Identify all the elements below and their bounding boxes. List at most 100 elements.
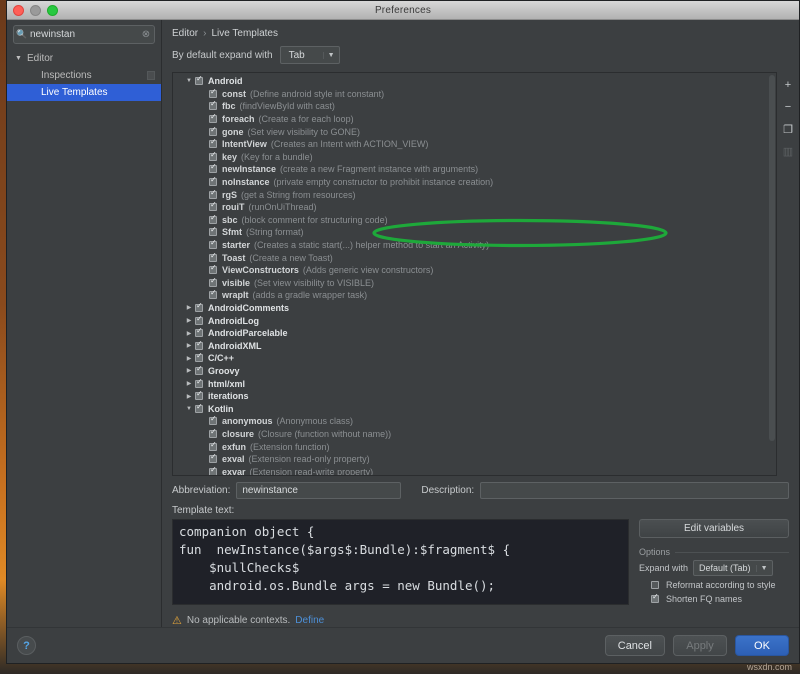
abbreviation-field[interactable]: newinstance	[236, 482, 401, 499]
cancel-button[interactable]: Cancel	[605, 635, 665, 656]
template-row[interactable]: gone(Set view visibility to GONE)	[173, 125, 776, 138]
template-row[interactable]: anonymous(Anonymous class)	[173, 415, 776, 428]
template-row[interactable]: const(Define android style int constant)	[173, 88, 776, 101]
template-row[interactable]: ▶AndroidXML	[173, 339, 776, 352]
template-checkbox[interactable]	[209, 140, 217, 148]
template-row[interactable]: noInstance(private empty constructor to …	[173, 176, 776, 189]
template-checkbox[interactable]	[209, 241, 217, 249]
window-controls[interactable]	[13, 5, 58, 16]
expand-with-select[interactable]: Default (Tab) ▼	[693, 560, 773, 576]
template-checkbox[interactable]	[195, 342, 203, 350]
reformat-checkbox[interactable]	[651, 581, 659, 589]
template-row[interactable]: closure(Closure (function without name))	[173, 428, 776, 441]
chevron-right-icon[interactable]: ▶	[183, 330, 195, 337]
template-row[interactable]: visible(Set view visibility to VISIBLE)	[173, 277, 776, 290]
template-row[interactable]: foreach(Create a for each loop)	[173, 113, 776, 126]
template-row[interactable]: ▶C/C++	[173, 352, 776, 365]
shorten-fq-names-checkbox[interactable]	[651, 595, 659, 603]
template-row[interactable]: starter(Creates a static start(...) help…	[173, 239, 776, 252]
chevron-right-icon[interactable]: ▶	[183, 367, 195, 374]
template-row[interactable]: ▶Groovy	[173, 365, 776, 378]
template-row[interactable]: Toast(Create a new Toast)	[173, 251, 776, 264]
templates-scrollbar[interactable]	[769, 75, 775, 473]
template-checkbox[interactable]	[195, 354, 203, 362]
template-row[interactable]: ▶html/xml	[173, 377, 776, 390]
remove-icon[interactable]: −	[780, 99, 796, 115]
chevron-right-icon[interactable]: ▶	[183, 342, 195, 349]
chevron-right-icon[interactable]: ▶	[183, 355, 195, 362]
template-checkbox[interactable]	[195, 367, 203, 375]
template-checkbox[interactable]	[209, 216, 217, 224]
chevron-right-icon[interactable]: ▶	[183, 304, 195, 311]
template-row[interactable]: ViewConstructors(Adds generic view const…	[173, 264, 776, 277]
template-row[interactable]: IntentView(Creates an Intent with ACTION…	[173, 138, 776, 151]
template-checkbox[interactable]	[195, 405, 203, 413]
minimize-window-button[interactable]	[30, 5, 41, 16]
template-text-editor[interactable]: companion object { fun newInstance($args…	[172, 519, 629, 605]
template-checkbox[interactable]	[209, 279, 217, 287]
template-checkbox[interactable]	[209, 291, 217, 299]
template-checkbox[interactable]	[195, 77, 203, 85]
template-checkbox[interactable]	[209, 178, 217, 186]
template-checkbox[interactable]	[209, 128, 217, 136]
template-checkbox[interactable]	[209, 266, 217, 274]
template-checkbox[interactable]	[195, 392, 203, 400]
template-checkbox[interactable]	[209, 228, 217, 236]
template-checkbox[interactable]	[209, 468, 217, 475]
template-row[interactable]: ▶AndroidComments	[173, 302, 776, 315]
template-row[interactable]: rouiT(runOnUiThread)	[173, 201, 776, 214]
template-checkbox[interactable]	[209, 90, 217, 98]
template-row[interactable]: key(Key for a bundle)	[173, 151, 776, 164]
template-checkbox[interactable]	[209, 443, 217, 451]
description-field[interactable]	[480, 482, 789, 499]
template-checkbox[interactable]	[209, 102, 217, 110]
templates-tree[interactable]: ▼Androidconst(Define android style int c…	[172, 72, 777, 476]
template-checkbox[interactable]	[195, 380, 203, 388]
maximize-window-button[interactable]	[47, 5, 58, 16]
template-row[interactable]: fbc(findViewById with cast)	[173, 100, 776, 113]
reformat-option-row[interactable]: Reformat according to style	[639, 580, 789, 590]
ok-button[interactable]: OK	[735, 635, 789, 656]
duplicate-icon[interactable]: ❐	[780, 121, 796, 137]
template-row[interactable]: ▼Kotlin	[173, 402, 776, 415]
chevron-right-icon[interactable]: ▶	[183, 380, 195, 387]
chevron-down-icon[interactable]: ▼	[183, 78, 195, 84]
chevron-right-icon[interactable]: ▶	[183, 393, 195, 400]
add-icon[interactable]: +	[780, 77, 796, 93]
template-row[interactable]: ▶AndroidParcelable	[173, 327, 776, 340]
template-row[interactable]: exvar(Extension read-write property)	[173, 465, 776, 475]
template-row[interactable]: sbc(block comment for structuring code)	[173, 214, 776, 227]
sidebar-item-inspections[interactable]: Inspections	[7, 67, 161, 84]
chevron-right-icon[interactable]: ▶	[183, 317, 195, 324]
template-row[interactable]: newInstance(create a new Fragment instan…	[173, 163, 776, 176]
template-row[interactable]: ▼Android	[173, 75, 776, 88]
help-button[interactable]: ?	[17, 636, 36, 655]
template-checkbox[interactable]	[209, 115, 217, 123]
template-checkbox[interactable]	[209, 417, 217, 425]
clear-icon[interactable]: ⊗	[138, 29, 154, 40]
template-checkbox[interactable]	[209, 254, 217, 262]
template-row[interactable]: ▶AndroidLog	[173, 314, 776, 327]
template-row[interactable]: exfun(Extension function)	[173, 440, 776, 453]
edit-variables-button[interactable]: Edit variables	[639, 519, 789, 538]
template-checkbox[interactable]	[209, 191, 217, 199]
define-context-link[interactable]: Define	[295, 615, 324, 626]
shorten-option-row[interactable]: Shorten FQ names	[639, 594, 789, 604]
default-expand-select[interactable]: Tab ▼	[280, 46, 340, 64]
breadcrumb-parent[interactable]: Editor	[172, 28, 198, 39]
template-checkbox[interactable]	[195, 304, 203, 312]
chevron-down-icon[interactable]: ▼	[183, 406, 195, 412]
chevron-down-icon[interactable]: ▼	[15, 55, 27, 62]
template-row[interactable]: rgS(get a String from resources)	[173, 188, 776, 201]
sidebar-item-editor[interactable]: ▼Editor	[7, 50, 161, 67]
search-input[interactable]: 🔍 newinstan ⊗	[13, 25, 155, 44]
template-checkbox[interactable]	[209, 165, 217, 173]
template-checkbox[interactable]	[195, 317, 203, 325]
template-checkbox[interactable]	[195, 329, 203, 337]
close-window-button[interactable]	[13, 5, 24, 16]
template-checkbox[interactable]	[209, 455, 217, 463]
template-row[interactable]: ▶iterations	[173, 390, 776, 403]
template-row[interactable]: Sfmt(String format)	[173, 226, 776, 239]
apply-button[interactable]: Apply	[673, 635, 727, 656]
template-checkbox[interactable]	[209, 153, 217, 161]
